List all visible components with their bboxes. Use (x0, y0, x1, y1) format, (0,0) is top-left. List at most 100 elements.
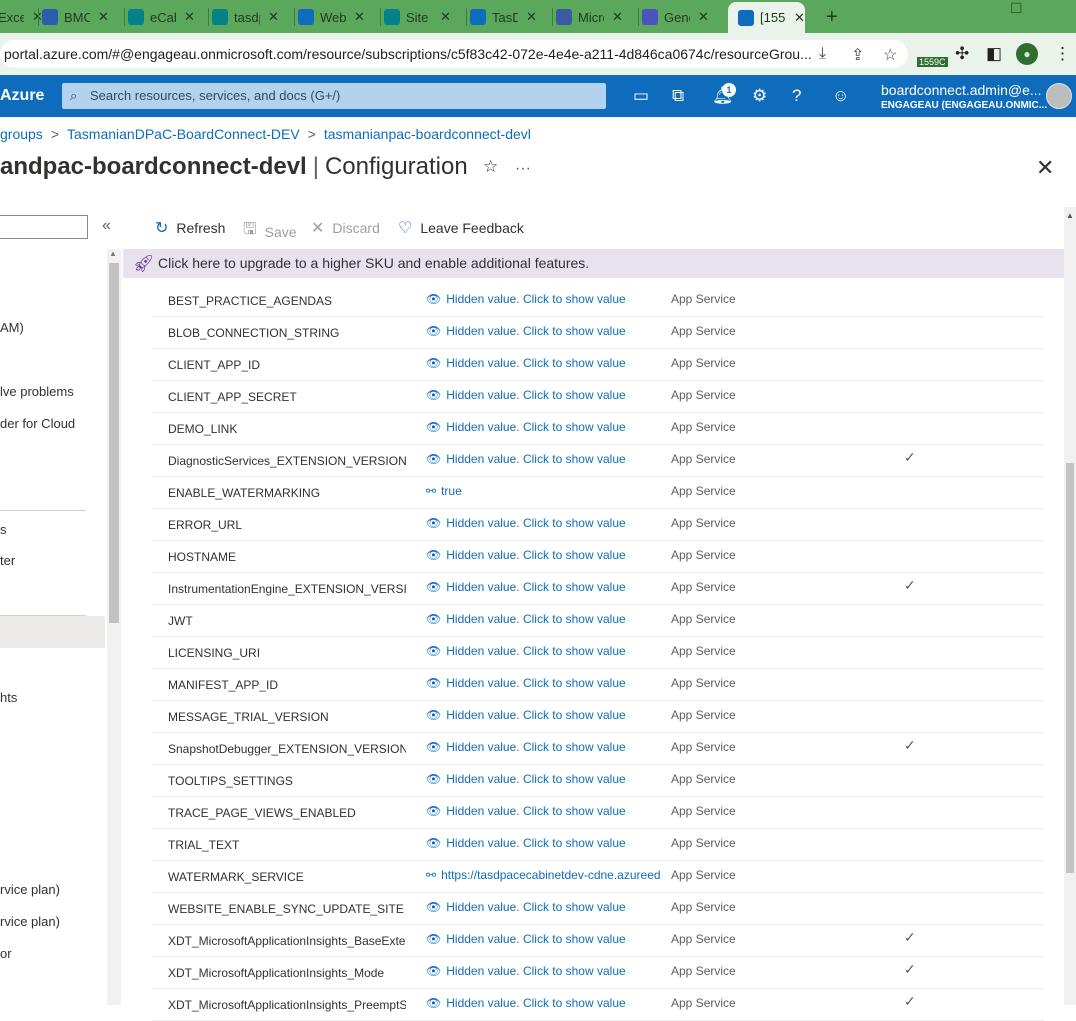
feedback-icon[interactable]: ☺ (832, 86, 849, 106)
table-row[interactable]: BEST_PRACTICE_AGENDAS 👁︎ Hidden value. Cli… (152, 285, 1044, 317)
browser-tab[interactable]: TasDPaC ✕ (470, 3, 537, 31)
setting-value-link[interactable]: 👁︎ Hidden value. Click to show value (426, 932, 660, 946)
close-tab-icon[interactable]: ✕ (794, 10, 805, 26)
setting-value-link[interactable]: 👁︎ Hidden value. Click to show value (426, 516, 660, 530)
breadcrumb-item[interactable]: TasmanianDPaC-BoardConnect-DEV (67, 126, 300, 142)
breadcrumb-item[interactable]: tasmanianpac-boardconnect-devl (324, 126, 531, 142)
scroll-up-icon[interactable]: ▲ (109, 249, 117, 258)
new-tab-button[interactable]: + (826, 6, 838, 29)
close-tab-icon[interactable]: ✕ (698, 9, 709, 25)
menu-item[interactable]: s (0, 522, 7, 537)
setting-value-link[interactable]: 👁︎ Hidden value. Click to show value (426, 772, 660, 786)
help-icon[interactable]: ? (792, 86, 801, 106)
setting-value-link[interactable]: 👁︎ Hidden value. Click to show value (426, 996, 660, 1010)
global-search-input[interactable]: ⌕ Search resources, services, and docs (… (62, 83, 606, 109)
setting-name[interactable]: WEBSITE_ENABLE_SYNC_UPDATE_SITE (168, 902, 406, 916)
restore-window-icon[interactable]: ☐ (1010, 0, 1023, 17)
setting-name[interactable]: InstrumentationEngine_EXTENSION_VERSION (168, 582, 406, 596)
menu-scrollbar[interactable]: ▲ (107, 249, 121, 1005)
table-row[interactable]: TOOLTIPS_SETTINGS 👁︎ Hidden value. Click t… (152, 765, 1044, 797)
user-avatar[interactable] (1046, 83, 1072, 109)
setting-name[interactable]: TRIAL_TEXT (168, 838, 406, 852)
table-row[interactable]: TRACE_PAGE_VIEWS_ENABLED 👁︎ Hidden value. … (152, 797, 1044, 829)
upgrade-banner[interactable]: 🚀︎ Click here to upgrade to a higher SKU… (123, 249, 1064, 278)
browser-tab[interactable]: tasdpac ✕ (212, 3, 279, 31)
table-row[interactable]: XDT_MicrosoftApplicationInsights_Preempt… (152, 989, 1044, 1021)
url-field[interactable]: portal.azure.com/#@engageau.onmicrosoft.… (0, 40, 908, 68)
setting-value-link[interactable]: 👁︎ Hidden value. Click to show value (426, 708, 660, 722)
browser-tab[interactable]: Excel✕ (0, 3, 43, 31)
setting-name[interactable]: DEMO_LINK (168, 422, 406, 436)
browser-tab[interactable]: [1559] ✕ (728, 2, 805, 33)
table-row[interactable]: LICENSING_URI 👁︎ Hidden value. Click to sh… (152, 637, 1044, 669)
more-options-icon[interactable]: ··· (515, 160, 531, 178)
setting-name[interactable]: XDT_MicrosoftApplicationInsights_Preempt… (168, 998, 406, 1012)
directory-filter-icon[interactable]: ⧉ (672, 86, 684, 106)
setting-value-link[interactable]: 👁︎ Hidden value. Click to show value (426, 292, 660, 306)
setting-value-link[interactable]: 👁︎ Hidden value. Click to show value (426, 740, 660, 754)
scroll-up-icon[interactable]: ▲ (1066, 211, 1074, 220)
table-row[interactable]: DEMO_LINK 👁︎ Hidden value. Click to show v… (152, 413, 1044, 445)
table-row[interactable]: CLIENT_APP_SECRET 👁︎ Hidden value. Click t… (152, 381, 1044, 413)
setting-value-link[interactable]: 👁︎ Hidden value. Click to show value (426, 644, 660, 658)
table-row[interactable]: SnapshotDebugger_EXTENSION_VERSION 👁︎ Hidd… (152, 733, 1044, 765)
menu-item[interactable]: ter (0, 553, 15, 568)
setting-name[interactable]: CLIENT_APP_SECRET (168, 390, 406, 404)
table-row[interactable]: XDT_MicrosoftApplicationInsights_BaseExt… (152, 925, 1044, 957)
table-row[interactable]: HOSTNAME 👁︎ Hidden value. Click to show va… (152, 541, 1044, 573)
close-tab-icon[interactable]: ✕ (98, 9, 109, 25)
menu-item[interactable]: der for Cloud (0, 416, 75, 431)
close-tab-icon[interactable]: ✕ (440, 9, 451, 25)
setting-name[interactable]: SnapshotDebugger_EXTENSION_VERSION (168, 742, 406, 756)
setting-value-link[interactable]: 👁︎ Hidden value. Click to show value (426, 836, 660, 850)
browser-tab[interactable]: Site ✕ (384, 3, 451, 31)
table-row[interactable]: JWT 👁︎ Hidden value. Click to show value Ap… (152, 605, 1044, 637)
setting-name[interactable]: BEST_PRACTICE_AGENDAS (168, 294, 406, 308)
browser-tab[interactable]: Microsoft ✕ (556, 3, 623, 31)
setting-name[interactable]: XDT_MicrosoftApplicationInsights_BaseExt… (168, 934, 406, 948)
close-tab-icon[interactable]: ✕ (184, 9, 195, 25)
refresh-button[interactable]: ↻ Refresh (155, 218, 225, 238)
setting-value-link[interactable]: 👁︎ Hidden value. Click to show value (426, 804, 660, 818)
table-row[interactable]: BLOB_CONNECTION_STRING 👁︎ Hidden value. Cl… (152, 317, 1044, 349)
collapse-menu-icon[interactable]: « (102, 217, 111, 235)
setting-value-link[interactable]: 👁︎ Hidden value. Click to show value (426, 324, 660, 338)
table-row[interactable]: MANIFEST_APP_ID 👁︎ Hidden value. Click to … (152, 669, 1044, 701)
account-menu[interactable]: boardconnect.admin@e... ENGAGEAU (ENGAGE… (881, 82, 1047, 111)
table-row[interactable]: DiagnosticServices_EXTENSION_VERSION 👁︎ Hi… (152, 445, 1044, 477)
setting-name[interactable]: WATERMARK_SERVICE (168, 870, 406, 884)
table-row[interactable]: ERROR_URL 👁︎ Hidden value. Click to show v… (152, 509, 1044, 541)
browser-tab[interactable]: BMC ✕ (42, 3, 109, 31)
table-row[interactable]: TRIAL_TEXT 👁︎ Hidden value. Click to show … (152, 829, 1044, 861)
close-tab-icon[interactable]: ✕ (354, 9, 365, 25)
setting-name[interactable]: TOOLTIPS_SETTINGS (168, 774, 406, 788)
table-row[interactable]: WATERMARK_SERVICE ⚯ https://tasdpacecabine… (152, 861, 1044, 893)
browser-tab[interactable]: eCab ✕ (128, 3, 195, 31)
setting-value-link[interactable]: 👁︎ Hidden value. Click to show value (426, 580, 660, 594)
settings-gear-icon[interactable]: ⚙ (752, 86, 767, 106)
browser-tab[interactable]: General ✕ (642, 3, 709, 31)
setting-name[interactable]: MESSAGE_TRIAL_VERSION (168, 710, 406, 724)
setting-name[interactable]: MANIFEST_APP_ID (168, 678, 406, 692)
menu-scroll-thumb[interactable] (109, 263, 119, 623)
table-row[interactable]: XDT_MicrosoftApplicationInsights_Mode 👁︎ H… (152, 957, 1044, 989)
setting-value-link[interactable]: 👁︎ Hidden value. Click to show value (426, 676, 660, 690)
leave-feedback-button[interactable]: ♡ Leave Feedback (398, 218, 524, 238)
setting-value-link[interactable]: 👁︎ Hidden value. Click to show value (426, 612, 660, 626)
menu-search-input[interactable] (0, 215, 88, 239)
table-row[interactable]: ENABLE_WATERMARKING ⚯ true App Service (152, 477, 1044, 509)
menu-item[interactable]: AM) (0, 320, 24, 335)
setting-name[interactable]: TRACE_PAGE_VIEWS_ENABLED (168, 806, 406, 820)
install-icon[interactable]: ⤓ (819, 45, 826, 63)
setting-value-link[interactable]: 👁︎ Hidden value. Click to show value (426, 964, 660, 978)
cloud-shell-icon[interactable]: ▭ (633, 86, 649, 106)
browser-profile-avatar[interactable]: ● (1016, 43, 1038, 65)
table-row[interactable]: MESSAGE_TRIAL_VERSION 👁︎ Hidden value. Cli… (152, 701, 1044, 733)
browser-menu-icon[interactable]: ⋮ (1054, 44, 1071, 64)
discard-button[interactable]: ✕ Discard (311, 218, 380, 238)
main-scrollbar[interactable]: ▲ (1064, 207, 1076, 1005)
bookmark-star-icon[interactable]: ☆ (883, 45, 897, 65)
extension-badge[interactable]: 1559C (917, 57, 948, 67)
menu-item[interactable]: lve problems (0, 384, 74, 399)
setting-name[interactable]: HOSTNAME (168, 550, 406, 564)
